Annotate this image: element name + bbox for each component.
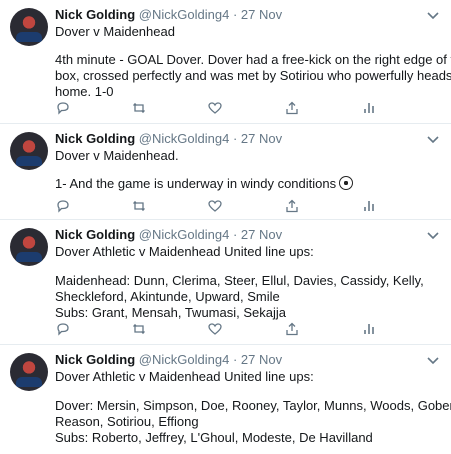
separator: · bbox=[232, 7, 238, 22]
author-name[interactable]: Nick Golding bbox=[55, 352, 135, 367]
tweet-date[interactable]: 27 Nov bbox=[241, 352, 282, 367]
share-icon[interactable] bbox=[284, 100, 300, 116]
tweet-actions bbox=[55, 198, 385, 214]
analytics-icon[interactable] bbox=[361, 321, 377, 337]
tweet-date[interactable]: 27 Nov bbox=[241, 131, 282, 146]
share-icon[interactable] bbox=[284, 321, 300, 337]
tweet-text-line: Dover: Mersin, Simpson, Doe, Rooney, Tay… bbox=[55, 398, 451, 413]
tweet[interactable]: Nick Golding @NickGolding4 · 27 Nov Dove… bbox=[0, 124, 451, 220]
chevron-down-icon[interactable] bbox=[426, 8, 440, 20]
heart-icon[interactable] bbox=[207, 198, 223, 214]
tweet-text-line: Subs: Grant, Mensah, Twumasi, Sekajja bbox=[55, 305, 286, 320]
tweet-date[interactable]: 27 Nov bbox=[241, 7, 282, 22]
separator: · bbox=[232, 227, 238, 242]
retweet-icon[interactable] bbox=[131, 321, 147, 337]
tweet-text-line: Subs: Roberto, Jeffrey, L'Ghoul, Modeste… bbox=[55, 430, 373, 445]
soccer-ball-icon bbox=[339, 176, 354, 190]
avatar[interactable] bbox=[10, 228, 48, 266]
tweet-header: Nick Golding @NickGolding4 · 27 Nov bbox=[55, 352, 282, 367]
share-icon[interactable] bbox=[284, 198, 300, 214]
tweet-text-line: home. 1-0 bbox=[55, 84, 114, 99]
tweet-text-line: Reason, Sotiriou, Effiong bbox=[55, 414, 199, 429]
tweet-text-line: Dover v Maidenhead. bbox=[55, 148, 179, 163]
tweet-text-line: 1- And the game is underway in windy con… bbox=[55, 176, 354, 192]
tweet-actions bbox=[55, 100, 385, 116]
avatar[interactable] bbox=[10, 353, 48, 391]
tweet[interactable]: Nick Golding @NickGolding4 · 27 Nov Dove… bbox=[0, 220, 451, 345]
tweet-header: Nick Golding @NickGolding4 · 27 Nov bbox=[55, 7, 282, 22]
chevron-down-icon[interactable] bbox=[426, 353, 440, 365]
author-handle[interactable]: @NickGolding4 bbox=[139, 7, 230, 22]
author-name[interactable]: Nick Golding bbox=[55, 7, 135, 22]
tweet-actions bbox=[55, 321, 385, 337]
tweet-date[interactable]: 27 Nov bbox=[241, 227, 282, 242]
tweet-header: Nick Golding @NickGolding4 · 27 Nov bbox=[55, 131, 282, 146]
tweet[interactable]: Nick Golding @NickGolding4 · 27 Nov Dove… bbox=[0, 0, 451, 124]
analytics-icon[interactable] bbox=[361, 198, 377, 214]
tweet-text-line: Maidenhead: Dunn, Clerima, Steer, Ellul,… bbox=[55, 273, 424, 288]
tweet-text-line: Dover v Maidenhead bbox=[55, 24, 175, 39]
chevron-down-icon[interactable] bbox=[426, 228, 440, 240]
reply-icon[interactable] bbox=[55, 100, 71, 116]
tweet-text: 1- And the game is underway in windy con… bbox=[55, 176, 337, 191]
author-name[interactable]: Nick Golding bbox=[55, 131, 135, 146]
tweet-text-line: Dover Athletic v Maidenhead United line … bbox=[55, 369, 314, 384]
tweet[interactable]: Nick Golding @NickGolding4 · 27 Nov Dove… bbox=[0, 345, 451, 454]
heart-icon[interactable] bbox=[207, 100, 223, 116]
reply-icon[interactable] bbox=[55, 321, 71, 337]
tweet-header: Nick Golding @NickGolding4 · 27 Nov bbox=[55, 227, 282, 242]
separator: · bbox=[232, 131, 238, 146]
tweet-text-line: Sheckleford, Akintunde, Upward, Smile bbox=[55, 289, 280, 304]
reply-icon[interactable] bbox=[55, 198, 71, 214]
tweet-text-line: Dover Athletic v Maidenhead United line … bbox=[55, 244, 314, 259]
author-handle[interactable]: @NickGolding4 bbox=[139, 131, 230, 146]
retweet-icon[interactable] bbox=[131, 100, 147, 116]
separator: · bbox=[232, 352, 238, 367]
avatar[interactable] bbox=[10, 8, 48, 46]
author-handle[interactable]: @NickGolding4 bbox=[139, 227, 230, 242]
author-name[interactable]: Nick Golding bbox=[55, 227, 135, 242]
heart-icon[interactable] bbox=[207, 321, 223, 337]
author-handle[interactable]: @NickGolding4 bbox=[139, 352, 230, 367]
tweet-text-line: 4th minute - GOAL Dover. Dover had a fre… bbox=[55, 52, 451, 67]
tweet-text-line: box, crossed perfectly and was met by So… bbox=[55, 68, 451, 83]
chevron-down-icon[interactable] bbox=[426, 132, 440, 144]
analytics-icon[interactable] bbox=[361, 100, 377, 116]
avatar[interactable] bbox=[10, 132, 48, 170]
retweet-icon[interactable] bbox=[131, 198, 147, 214]
